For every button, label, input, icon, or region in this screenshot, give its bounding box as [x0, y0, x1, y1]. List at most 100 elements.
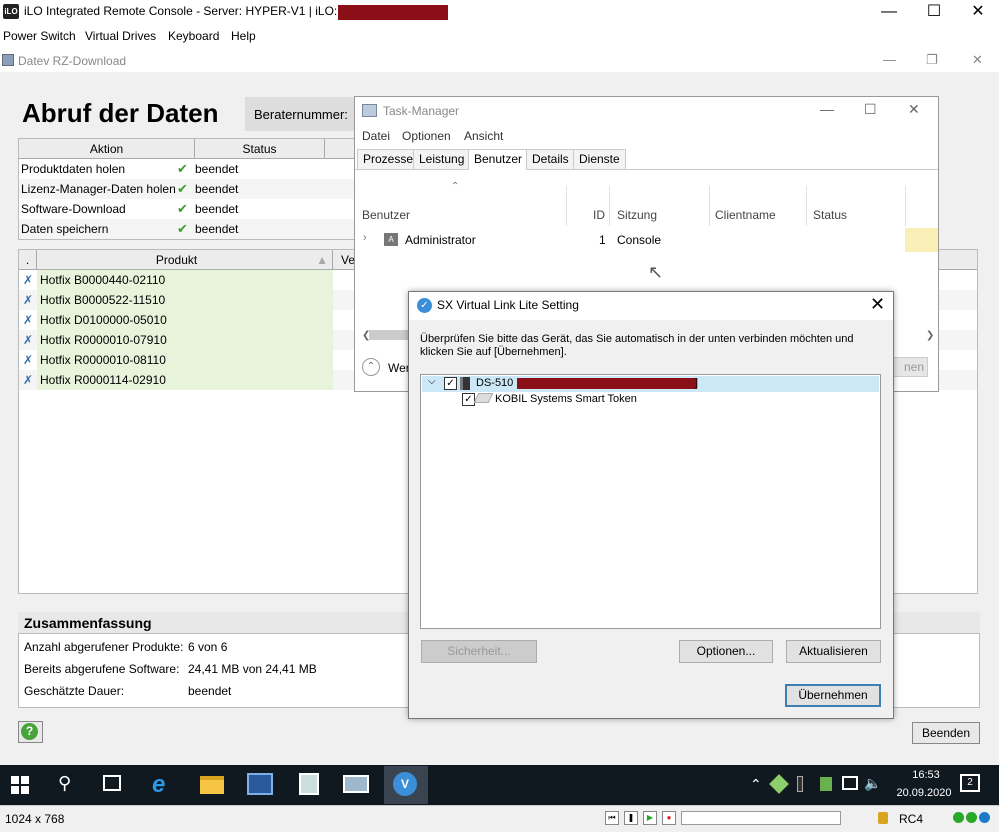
tree-expand-icon[interactable]: ⌵ [428, 376, 436, 387]
horizontal-scrollbar[interactable] [369, 330, 409, 340]
tab-benutzer[interactable]: Benutzer [468, 149, 529, 170]
menu-power-switch[interactable]: Power Switch [3, 29, 76, 43]
app-icon [2, 54, 14, 66]
tm-minimize-icon[interactable]: — [820, 101, 834, 117]
summary-label: Bereits abgerufene Software: [24, 662, 180, 676]
status-cell: beendet [195, 162, 239, 176]
apply-button[interactable]: Übernehmen [785, 684, 881, 707]
datev-minimize-icon[interactable]: — [883, 52, 896, 67]
tab-leistung[interactable]: Leistung [413, 149, 471, 170]
table-row[interactable]: Software-Download ✔ beendet [19, 199, 357, 219]
hotfix-icon: ✗ [22, 353, 34, 367]
table-row[interactable]: Produktdaten holen ✔ beendet [19, 159, 357, 179]
close-icon[interactable]: ✕ [958, 2, 998, 22]
pause-icon[interactable]: ❚ [624, 811, 638, 825]
internet-explorer-icon[interactable]: e [152, 771, 165, 799]
hotfix-icon: ✗ [22, 373, 34, 387]
options-button[interactable]: Optionen... [679, 640, 773, 663]
sx-virtual-link-icon[interactable]: V [393, 772, 417, 796]
tray-app-icon[interactable] [820, 777, 832, 791]
tm-menu-datei[interactable]: Datei [362, 129, 390, 143]
tab-prozesse[interactable]: Prozesse [357, 149, 420, 170]
refresh-button[interactable]: Aktualisieren [786, 640, 881, 663]
hotfix-icon: ✗ [22, 293, 34, 307]
sx-close-icon[interactable]: ✕ [870, 294, 885, 315]
col-status[interactable]: Status [813, 208, 847, 222]
playback-progress[interactable] [681, 811, 841, 825]
col-clientname[interactable]: Clientname [715, 208, 776, 222]
device-tree[interactable] [420, 374, 881, 629]
col-id[interactable]: ID [593, 208, 605, 222]
action-table: Aktion Status Produktdaten holen ✔ beend… [18, 138, 358, 240]
token-checkbox[interactable]: ✓ [462, 393, 475, 406]
show-hidden-icons[interactable]: ⌃ [750, 776, 762, 793]
task-view-icon[interactable] [103, 775, 121, 791]
maximize-icon[interactable]: ☐ [914, 2, 954, 22]
start-windows-icon[interactable] [11, 776, 29, 794]
user-name[interactable]: Administrator [405, 233, 476, 247]
summary-value: 6 von 6 [188, 640, 228, 654]
redacted-block [517, 378, 697, 389]
tray-traffic-light-icon[interactable] [797, 776, 803, 792]
beenden-button[interactable]: Beenden [912, 722, 980, 744]
network-icon[interactable] [842, 776, 858, 790]
col-produkt[interactable]: Produkt ▲ [37, 250, 333, 270]
search-icon[interactable]: ⚲ [58, 773, 71, 794]
sx-description: Überprüfen Sie bitte das Gerät, das Sie … [420, 333, 854, 358]
clock-date[interactable]: 20.09.2020 [889, 787, 959, 799]
play-icon[interactable]: ▶ [643, 811, 657, 825]
scroll-right-icon[interactable]: ❯ [926, 330, 934, 341]
table-row[interactable]: Lizenz-Manager-Daten holen ✔ beendet [19, 179, 357, 199]
tm-footer-text[interactable]: Wer [388, 361, 410, 375]
task-manager-taskbar-icon[interactable] [343, 775, 369, 793]
minimize-icon[interactable]: — [869, 2, 909, 22]
status-blue-icon [979, 812, 990, 823]
user-id: 1 [599, 233, 606, 247]
produkt-cell: Hotfix B0000440-02110 [37, 270, 333, 290]
device-name[interactable]: DS-510 [ [476, 377, 519, 389]
aktion-cell: Lizenz-Manager-Daten holen [21, 182, 176, 196]
tm-maximize-icon[interactable]: ☐ [864, 101, 877, 118]
sort-asc-icon: ▲ [316, 253, 328, 267]
record-icon[interactable]: ● [662, 811, 676, 825]
col-dot[interactable]: . [19, 250, 37, 270]
status-cell: beendet [195, 222, 239, 236]
check-icon: ✔ [177, 201, 188, 216]
skip-back-icon[interactable]: ⏮ [605, 811, 619, 825]
hotfix-icon: ✗ [22, 273, 34, 287]
lock-icon [878, 812, 888, 824]
clock-time[interactable]: 16:53 [901, 769, 951, 781]
device-checkbox[interactable]: ✓ [444, 377, 457, 390]
produkt-cell: Hotfix R0000010-07910 [37, 330, 333, 350]
tm-menu-ansicht[interactable]: Ansicht [464, 129, 503, 143]
tm-menu-optionen[interactable]: Optionen [402, 129, 451, 143]
security-button[interactable]: Sicherheit... [421, 640, 537, 663]
status-cell: beendet [195, 202, 239, 216]
menu-virtual-drives[interactable]: Virtual Drives [85, 29, 156, 43]
col-sitzung[interactable]: Sitzung [617, 208, 657, 222]
tab-details[interactable]: Details [526, 149, 575, 170]
file-explorer-icon[interactable] [200, 776, 224, 794]
notification-center-icon[interactable]: 2 [960, 774, 980, 792]
volume-muted-icon[interactable]: 🔈 [864, 775, 881, 792]
resolution-label: 1024 x 768 [5, 812, 65, 826]
tm-close-icon[interactable]: ✕ [908, 101, 920, 118]
help-icon[interactable]: ? [21, 723, 38, 740]
col-status[interactable]: Status [195, 139, 325, 159]
col-aktion[interactable]: Aktion [19, 139, 195, 159]
network-app-icon[interactable] [247, 773, 273, 795]
datev-close-icon[interactable]: ✕ [972, 52, 983, 68]
col-benutzer[interactable]: Benutzer [362, 208, 410, 222]
server-manager-icon[interactable] [299, 773, 319, 795]
table-row[interactable]: Daten speichern ✔ beendet [19, 219, 357, 239]
menu-keyboard[interactable]: Keyboard [168, 29, 219, 43]
token-name[interactable]: KOBIL Systems Smart Token [495, 393, 637, 405]
expand-chevron-icon[interactable]: › [363, 232, 367, 244]
datev-restore-icon[interactable]: ❐ [926, 52, 938, 68]
collapse-up-icon[interactable]: ⌃ [451, 181, 459, 192]
task-manager-icon [362, 104, 377, 117]
menu-help[interactable]: Help [231, 29, 256, 43]
hotfix-icon: ✗ [22, 333, 34, 347]
fewer-details-icon[interactable]: ⌃ [362, 358, 380, 376]
tab-dienste[interactable]: Dienste [573, 149, 626, 170]
